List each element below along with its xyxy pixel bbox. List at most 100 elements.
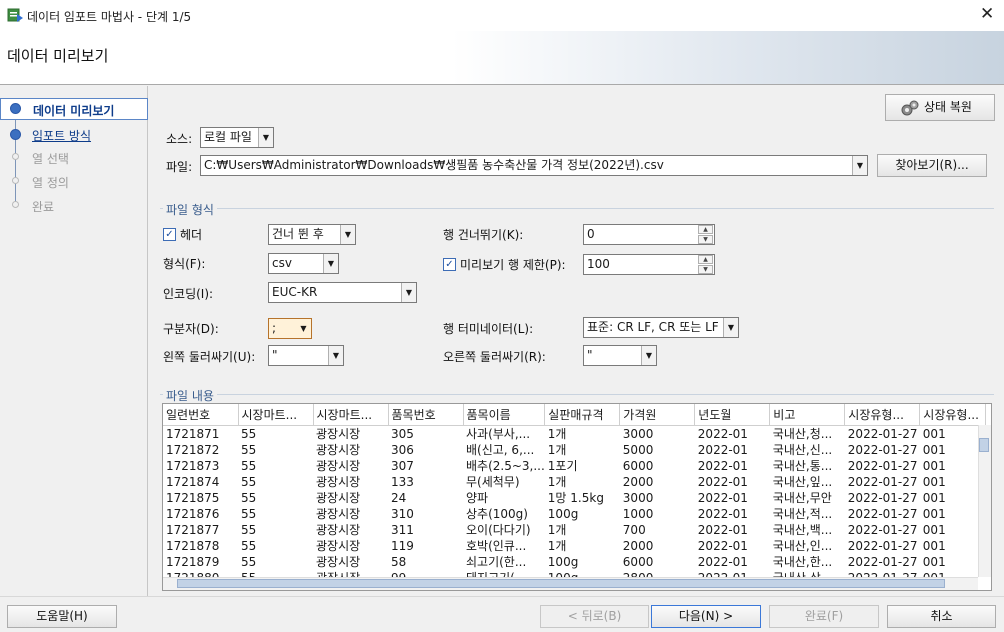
left-enclosure-value: " xyxy=(272,348,278,362)
table-cell: 상추(100g) xyxy=(466,506,528,521)
title-bar: 데이터 임포트 마법사 - 단계 1/5 ✕ xyxy=(0,0,1004,31)
step-active-dot-icon xyxy=(10,103,21,114)
source-select[interactable]: 로컬 파일 ▼ xyxy=(200,127,274,148)
step-dot-icon xyxy=(12,153,19,160)
table-cell: 쇠고기(한... xyxy=(466,554,527,569)
header-mode-value: 건너 뛴 후 xyxy=(272,227,324,241)
table-cell: 2022-01-27 xyxy=(847,426,918,441)
header-checkbox[interactable]: ✓ xyxy=(163,228,176,241)
spin-up-icon[interactable]: ▲ xyxy=(698,225,713,234)
table-cell: 국내산,백... xyxy=(772,522,833,537)
header-mode-select[interactable]: 건너 뛴 후 ▼ xyxy=(268,224,356,245)
table-cell: 배추(2.5~3,... xyxy=(466,458,545,473)
table-cell: 001 xyxy=(922,458,946,473)
chevron-down-icon: ▼ xyxy=(300,324,307,333)
left-enclosure-label: 왼쪽 둘러싸기(U): xyxy=(163,350,256,364)
step-column-define: 열 정의 xyxy=(32,176,69,190)
spin-down-icon[interactable]: ▼ xyxy=(698,265,713,274)
horizontal-scroll-thumb[interactable] xyxy=(177,579,945,588)
table-cell: 001 xyxy=(922,490,946,505)
table-cell: 국내산,적... xyxy=(772,506,833,521)
chevron-down-icon[interactable]: ▼ xyxy=(852,156,867,175)
preview-limit-spinner[interactable]: 100 ▲ ▼ xyxy=(583,254,715,275)
format-select[interactable]: csv ▼ xyxy=(268,253,339,274)
table-row[interactable]: 1721871 55 광장시장 305 사과(부사,... 1개 3000 2022-01 국내… xyxy=(163,425,986,442)
table-row[interactable]: 1721879 55 광장시장 58 쇠고기(한... 100g 6000 2022-01 국내… xyxy=(163,554,986,570)
preview-limit-checkbox[interactable]: ✓ xyxy=(443,258,456,271)
table-cell: 1721879 xyxy=(166,554,220,569)
delimiter-select[interactable]: ; ▼ xyxy=(268,318,312,339)
browse-button[interactable]: 찾아보기(R)... xyxy=(877,154,987,177)
step-import-method[interactable]: 임포트 방식 xyxy=(32,127,91,144)
column-header[interactable]: 품목번호 xyxy=(388,404,464,426)
vertical-scroll-thumb[interactable] xyxy=(979,438,989,452)
left-enclosure-select[interactable]: " ▼ xyxy=(268,345,344,366)
column-header[interactable]: 시장마트... xyxy=(238,404,314,426)
file-path-value: C:₩Users₩Administrator₩Downloads₩생필품 농수축… xyxy=(204,158,664,172)
table-cell: 2022-01-27 xyxy=(847,490,918,505)
step-data-preview[interactable]: 데이터 미리보기 xyxy=(0,98,148,120)
format-label: 형식(F): xyxy=(163,257,206,271)
chevron-down-icon: ▼ xyxy=(340,225,355,244)
delimiter-value: ; xyxy=(272,321,277,335)
column-header[interactable]: 시장유형... xyxy=(919,404,987,426)
table-cell: 1개 xyxy=(547,522,567,537)
column-header[interactable]: 비고 xyxy=(769,404,846,426)
table-cell: 5000 xyxy=(622,442,654,457)
spin-up-icon[interactable]: ▲ xyxy=(698,255,713,264)
table-cell: 55 xyxy=(241,554,257,569)
table-cell: 001 xyxy=(922,426,946,441)
help-button[interactable]: 도움말(H) xyxy=(7,605,117,628)
encoding-label: 인코딩(I): xyxy=(163,287,214,301)
right-enclosure-select[interactable]: " ▼ xyxy=(583,345,657,366)
preview-limit-label: 미리보기 행 제한(P): xyxy=(460,258,566,272)
table-cell: 광장시장 xyxy=(316,474,361,489)
line-terminator-select[interactable]: 표준: CR LF, CR 또는 LF ▼ xyxy=(583,317,739,338)
table-cell: 2022-01 xyxy=(697,554,748,569)
table-cell: 001 xyxy=(922,554,946,569)
skip-rows-spinner[interactable]: 0 ▲ ▼ xyxy=(583,224,715,245)
column-header[interactable]: 시장유형... xyxy=(844,404,921,426)
table-cell: 2022-01 xyxy=(697,474,748,489)
table-row[interactable]: 1721875 55 광장시장 24 양파 1망 1.5kg 3000 2022-01 국내산,… xyxy=(163,490,986,506)
delimiter-label: 구분자(D): xyxy=(163,322,219,336)
table-row[interactable]: 1721872 55 광장시장 306 배(신고, 6,... 1개 5000 2022-01… xyxy=(163,442,986,458)
column-header[interactable]: 품목이름 xyxy=(463,404,546,426)
chevron-down-icon: ▼ xyxy=(641,346,656,365)
column-header[interactable]: 시장마트... xyxy=(313,404,389,426)
spin-down-icon[interactable]: ▼ xyxy=(698,235,713,244)
cancel-button[interactable]: 취소 xyxy=(887,605,996,628)
finish-button[interactable]: 완료(F) xyxy=(769,605,879,628)
table-row[interactable]: 1721877 55 광장시장 311 오이(다다기) 1개 700 2022-01 국내산,백… xyxy=(163,522,986,538)
table-cell: 호박(인큐... xyxy=(466,538,527,553)
table-cell: 광장시장 xyxy=(316,458,361,473)
chevron-down-icon: ▼ xyxy=(328,346,343,365)
header-label: 헤더 xyxy=(180,228,203,242)
table-cell: 307 xyxy=(391,458,414,473)
table-row[interactable]: 1721874 55 광장시장 133 무(세척무) 1개 2000 2022-01 국내산,잎… xyxy=(163,474,986,490)
table-cell: 55 xyxy=(241,426,257,441)
column-header[interactable]: 실판매규격 xyxy=(544,404,621,426)
table-cell: 001 xyxy=(922,506,946,521)
table-cell: 1721876 xyxy=(166,506,220,521)
column-header[interactable]: 년도월 xyxy=(694,404,771,426)
table-cell: 1721873 xyxy=(166,458,220,473)
table-row[interactable]: 1721876 55 광장시장 310 상추(100g) 100g 1000 2022-01 국… xyxy=(163,506,986,522)
table-row[interactable]: 1721873 55 광장시장 307 배추(2.5~3,... 1포기 6000 2022-… xyxy=(163,458,986,474)
back-button[interactable]: < 뒤로(B) xyxy=(540,605,649,628)
column-header[interactable]: 일련번호 xyxy=(163,404,239,426)
next-button[interactable]: 다음(N) > xyxy=(651,605,761,628)
encoding-select[interactable]: EUC-KR ▼ xyxy=(268,282,417,303)
table-row[interactable]: 1721878 55 광장시장 119 호박(인큐... 1개 2000 2022-01 국내산… xyxy=(163,538,986,554)
restore-state-label: 상태 복원 xyxy=(924,100,972,114)
source-label: 소스: xyxy=(166,132,193,146)
chevron-down-icon: ▼ xyxy=(723,318,738,337)
table-cell: 55 xyxy=(241,538,257,553)
file-path-input[interactable]: C:₩Users₩Administrator₩Downloads₩생필품 농수축… xyxy=(200,155,868,176)
table-cell: 광장시장 xyxy=(316,426,361,441)
table-cell: 무(세척무) xyxy=(466,474,520,489)
table-cell: 2022-01-27 xyxy=(847,506,918,521)
restore-state-button[interactable]: 상태 복원 xyxy=(885,94,995,121)
close-icon[interactable]: ✕ xyxy=(980,4,994,24)
column-header[interactable]: 가격원 xyxy=(619,404,696,426)
